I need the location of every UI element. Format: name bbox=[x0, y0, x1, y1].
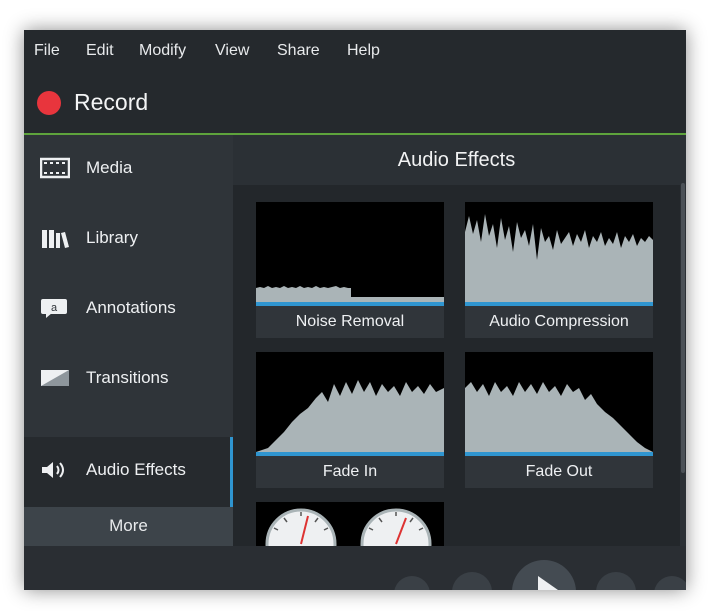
effect-tile-fade-out[interactable]: Fade Out bbox=[465, 352, 653, 490]
waveform-thumbnail bbox=[256, 202, 444, 306]
effect-tile-fade-in[interactable]: Fade In bbox=[256, 352, 444, 490]
gauges-thumbnail bbox=[256, 502, 444, 546]
effect-label: Noise Removal bbox=[295, 313, 405, 330]
waveform-thumbnail bbox=[465, 202, 653, 306]
more-label: More bbox=[109, 516, 148, 535]
sidebar-item-label: Library bbox=[86, 228, 138, 247]
sidebar-item-label: Transitions bbox=[86, 368, 169, 387]
effect-label: Fade In bbox=[322, 463, 378, 480]
play-button[interactable] bbox=[512, 560, 576, 590]
effect-label: Fade Out bbox=[525, 463, 593, 480]
film-icon bbox=[40, 157, 70, 179]
next-button[interactable] bbox=[596, 572, 636, 590]
menu-file[interactable]: File bbox=[34, 42, 60, 60]
sidebar-item-label: Annotations bbox=[86, 298, 176, 317]
panel-header: Audio Effects bbox=[233, 135, 680, 185]
effect-caption: Audio Compression bbox=[465, 306, 653, 338]
effect-caption: Noise Removal bbox=[256, 306, 444, 338]
panel-title: Audio Effects bbox=[397, 149, 516, 171]
effect-caption: Fade In bbox=[256, 456, 444, 488]
menu-bar: File Edit Modify View Share Help bbox=[24, 30, 686, 70]
previous-button[interactable] bbox=[452, 572, 492, 590]
sidebar-item-library[interactable]: Library bbox=[24, 205, 233, 275]
menu-share[interactable]: Share bbox=[277, 42, 320, 60]
sidebar-item-transitions[interactable]: Transitions bbox=[24, 345, 233, 415]
effect-tile-partial[interactable] bbox=[256, 502, 444, 546]
app-window: File Edit Modify View Share Help Record … bbox=[24, 30, 686, 590]
menu-help[interactable]: Help bbox=[347, 42, 380, 60]
step-back-button[interactable] bbox=[394, 576, 430, 590]
record-label: Record bbox=[74, 89, 149, 115]
speaker-icon bbox=[42, 462, 64, 478]
more-button[interactable]: More bbox=[24, 507, 233, 546]
waveform-thumbnail bbox=[465, 352, 653, 456]
sidebar-item-audio-effects[interactable]: Audio Effects bbox=[24, 437, 233, 507]
menu-edit[interactable]: Edit bbox=[86, 42, 114, 60]
callout-icon: a bbox=[41, 299, 67, 318]
audio-effects-panel: Audio Effects Noise Removal Audio Compre… bbox=[233, 135, 680, 546]
menu-view[interactable]: View bbox=[215, 42, 249, 60]
record-icon bbox=[37, 91, 61, 115]
sidebar-item-label: Media bbox=[86, 158, 133, 177]
effect-tile-noise-removal[interactable]: Noise Removal bbox=[256, 202, 444, 340]
sidebar-item-annotations[interactable]: a Annotations bbox=[24, 275, 233, 345]
effect-label: Audio Compression bbox=[489, 313, 629, 330]
sidebar: Media Library a Annotations Transitions … bbox=[24, 135, 233, 546]
scrollbar[interactable] bbox=[680, 135, 686, 546]
step-forward-button[interactable] bbox=[654, 576, 686, 590]
menu-modify[interactable]: Modify bbox=[139, 42, 186, 60]
waveform-thumbnail bbox=[256, 352, 444, 456]
books-icon bbox=[42, 230, 69, 248]
transition-icon bbox=[41, 370, 69, 386]
effect-caption: Fade Out bbox=[465, 456, 653, 488]
record-button[interactable]: Record bbox=[24, 70, 686, 135]
scrollbar-thumb[interactable] bbox=[681, 183, 685, 473]
sidebar-item-media[interactable]: Media bbox=[24, 135, 233, 205]
svg-text:a: a bbox=[51, 302, 58, 314]
playback-bar bbox=[24, 546, 686, 590]
sidebar-item-label: Audio Effects bbox=[86, 460, 186, 479]
effect-tile-audio-compression[interactable]: Audio Compression bbox=[465, 202, 653, 340]
play-icon bbox=[538, 576, 558, 590]
